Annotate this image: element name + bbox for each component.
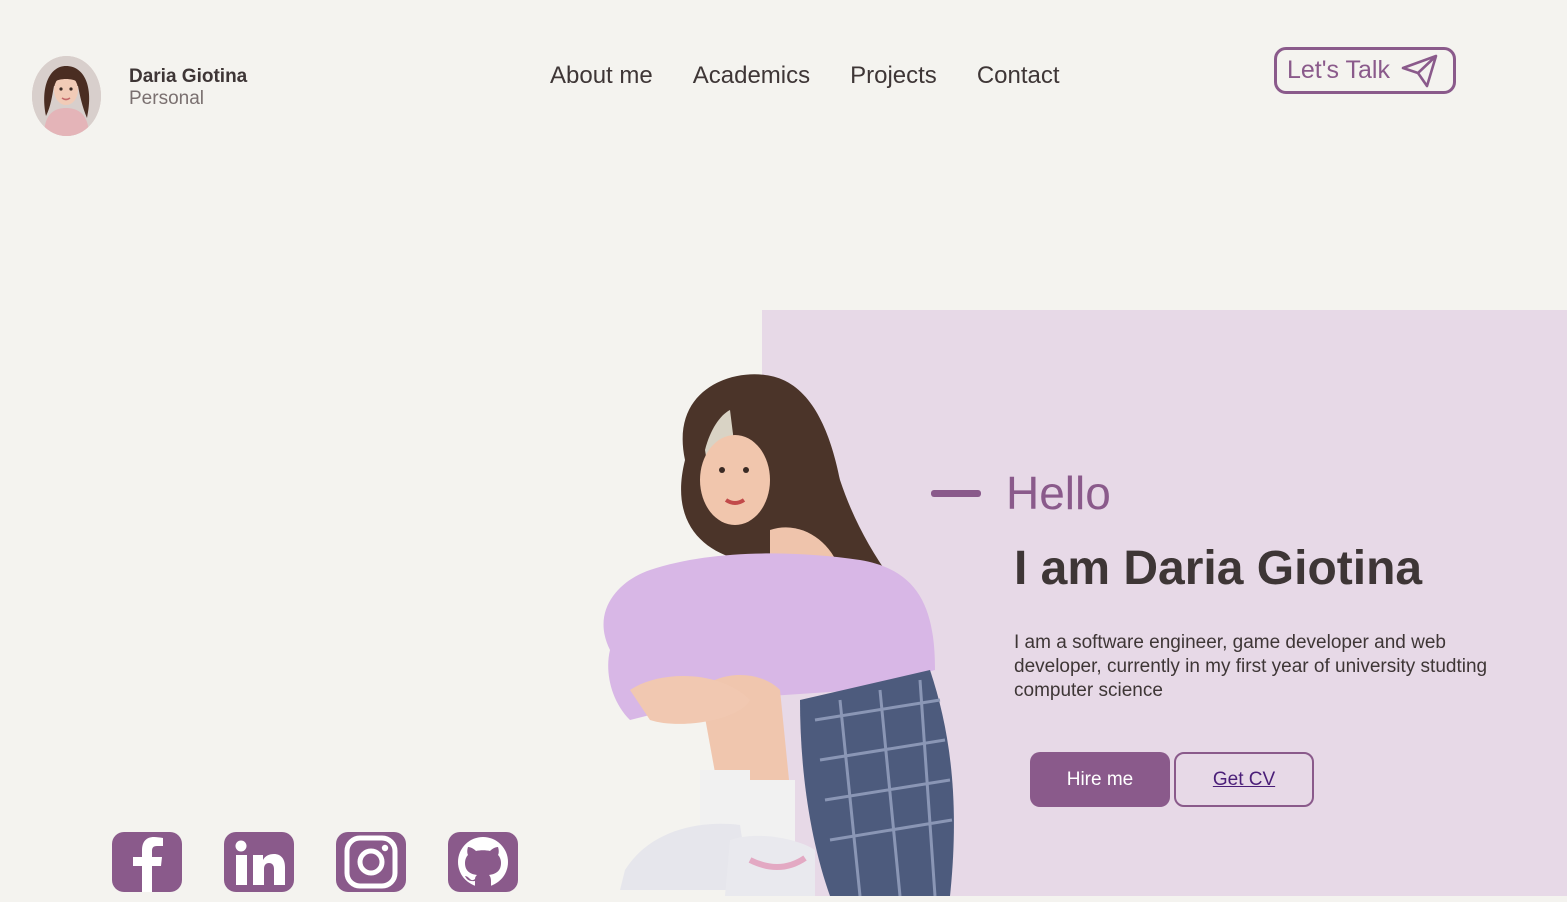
nav-item-about-me[interactable]: About me [550,62,653,90]
hero-greeting: Hello [1006,467,1111,519]
brand-name: Daria Giotina [129,66,248,87]
profile-avatar [32,56,101,136]
lets-talk-label: Let's Talk [1287,56,1390,84]
main-nav: About me Academics Projects Contact [550,62,1060,90]
hello-accent-line [931,490,981,497]
paper-plane-icon [1401,54,1438,87]
instagram-icon[interactable] [336,832,406,892]
nav-item-academics[interactable]: Academics [693,62,810,90]
linkedin-icon[interactable] [224,832,294,892]
hire-me-button[interactable]: Hire me [1030,752,1170,807]
nav-item-contact[interactable]: Contact [977,62,1060,90]
nav-item-projects[interactable]: Projects [850,62,937,90]
github-icon[interactable] [448,832,518,892]
facebook-icon[interactable] [112,832,182,892]
hero-portrait-image [590,370,960,897]
get-cv-button[interactable]: Get CV [1174,752,1314,807]
hero-headline: I am Daria Giotina [1014,542,1423,595]
hero-description: I am a software engineer, game developer… [1014,632,1488,701]
brand-subtitle: Personal [129,88,204,109]
lets-talk-button[interactable]: Let's Talk [1274,47,1456,94]
